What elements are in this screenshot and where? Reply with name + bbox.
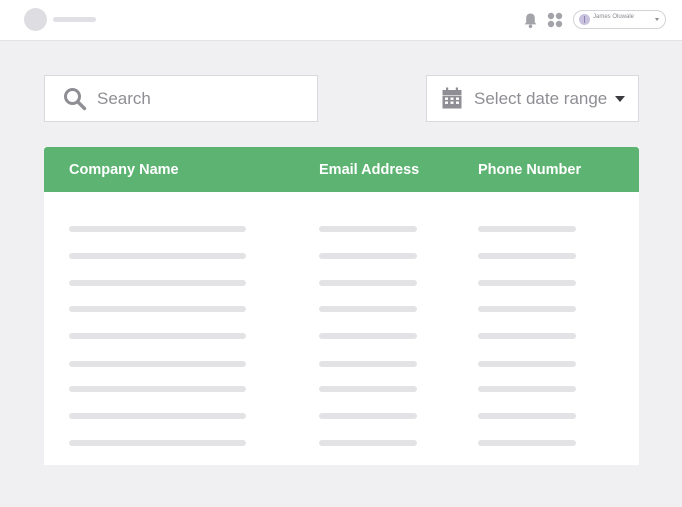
phone-placeholder — [478, 253, 576, 259]
table-row — [44, 386, 639, 392]
calendar-icon — [442, 87, 462, 109]
phone-placeholder — [478, 333, 576, 339]
logo-placeholder-icon[interactable] — [24, 8, 47, 31]
company-name-placeholder — [69, 413, 246, 419]
company-name-placeholder — [69, 333, 246, 339]
phone-placeholder — [478, 440, 576, 446]
company-name-placeholder — [69, 361, 246, 367]
search-box[interactable] — [44, 75, 318, 122]
chevron-down-icon — [655, 18, 659, 21]
phone-placeholder — [478, 361, 576, 367]
email-placeholder — [319, 413, 417, 419]
date-range-label: Select date range — [474, 89, 608, 108]
email-placeholder — [319, 253, 417, 259]
table-row — [44, 306, 639, 312]
top-bar: James Oluwale — [0, 0, 682, 41]
table-row — [44, 413, 639, 419]
email-placeholder — [319, 226, 417, 232]
email-placeholder — [319, 333, 417, 339]
company-name-placeholder — [69, 226, 246, 232]
phone-placeholder — [478, 226, 576, 232]
phone-placeholder — [478, 306, 576, 312]
company-name-placeholder — [69, 253, 246, 259]
date-range-select[interactable]: Select date range — [426, 75, 639, 122]
companies-table: Company Name Email Address Phone Number — [44, 147, 639, 465]
column-header-phone-number[interactable]: Phone Number — [478, 162, 581, 178]
table-row — [44, 280, 639, 286]
logo-text-placeholder — [53, 17, 96, 22]
table-row — [44, 361, 639, 367]
phone-placeholder — [478, 386, 576, 392]
phone-placeholder — [478, 413, 576, 419]
avatar — [579, 14, 590, 25]
table-row — [44, 226, 639, 232]
email-placeholder — [319, 440, 417, 446]
company-name-placeholder — [69, 440, 246, 446]
table-row — [44, 440, 639, 446]
table-row — [44, 333, 639, 339]
phone-placeholder — [478, 280, 576, 286]
search-icon — [64, 88, 87, 111]
company-name-placeholder — [69, 386, 246, 392]
table-row — [44, 253, 639, 259]
table-header: Company Name Email Address Phone Number — [44, 147, 639, 192]
column-header-email-address[interactable]: Email Address — [319, 162, 419, 178]
email-placeholder — [319, 280, 417, 286]
apps-icon[interactable] — [547, 12, 563, 28]
email-placeholder — [319, 306, 417, 312]
user-menu[interactable]: James Oluwale — [573, 10, 666, 29]
caret-down-icon — [615, 96, 625, 102]
email-placeholder — [319, 386, 417, 392]
search-input[interactable] — [97, 88, 297, 110]
email-placeholder — [319, 361, 417, 367]
column-header-company-name[interactable]: Company Name — [69, 162, 179, 178]
user-name: James Oluwale — [593, 14, 635, 20]
company-name-placeholder — [69, 280, 246, 286]
bell-icon[interactable] — [522, 12, 539, 29]
company-name-placeholder — [69, 306, 246, 312]
